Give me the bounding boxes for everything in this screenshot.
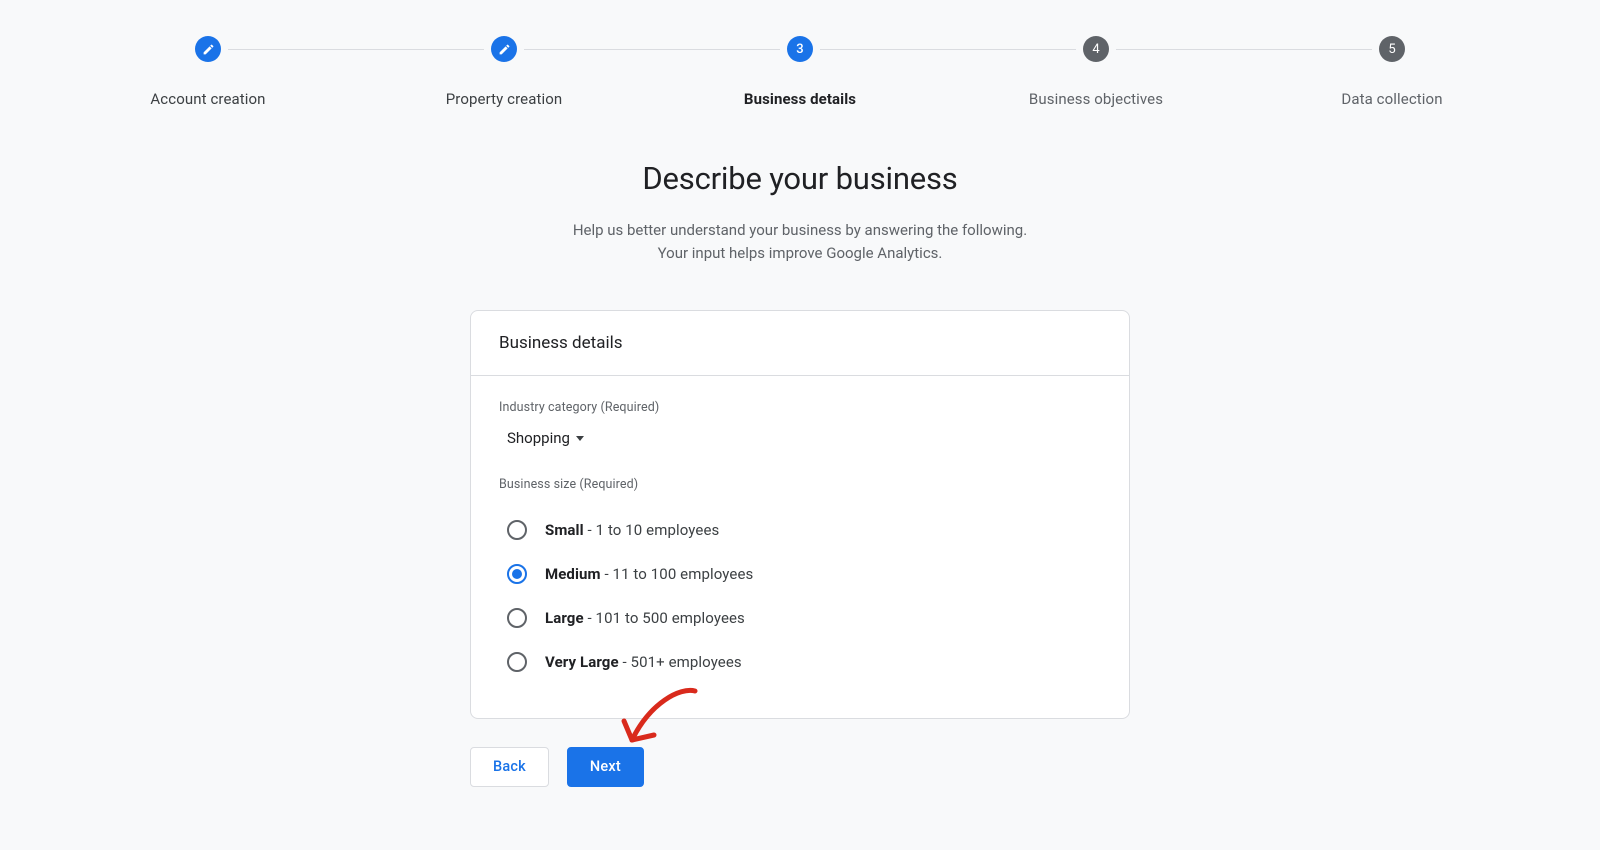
step-label: Property creation bbox=[446, 90, 563, 108]
page-subtitle: Help us better understand your business … bbox=[0, 219, 1600, 266]
radio-label: Very Large - 501+ employees bbox=[545, 653, 742, 671]
step-circle-5: 5 bbox=[1379, 36, 1405, 62]
step-account-creation[interactable]: Account creation bbox=[60, 36, 356, 108]
radio-label: Medium - 11 to 100 employees bbox=[545, 565, 753, 583]
step-label: Business details bbox=[744, 90, 856, 108]
step-label: Account creation bbox=[150, 90, 265, 108]
industry-category-value: Shopping bbox=[507, 429, 570, 447]
button-row: Back Next bbox=[470, 747, 1130, 787]
radio-small[interactable]: Small - 1 to 10 employees bbox=[507, 508, 1101, 552]
next-button[interactable]: Next bbox=[567, 747, 644, 787]
radio-icon bbox=[507, 564, 527, 584]
radio-medium[interactable]: Medium - 11 to 100 employees bbox=[507, 552, 1101, 596]
radio-large[interactable]: Large - 101 to 500 employees bbox=[507, 596, 1101, 640]
radio-label: Large - 101 to 500 employees bbox=[545, 609, 745, 627]
step-circle-1 bbox=[195, 36, 221, 62]
radio-icon bbox=[507, 608, 527, 628]
pencil-icon bbox=[202, 43, 215, 56]
step-data-collection: 5 Data collection bbox=[1244, 36, 1540, 108]
radio-icon bbox=[507, 520, 527, 540]
card-header: Business details bbox=[471, 311, 1129, 376]
step-circle-3: 3 bbox=[787, 36, 813, 62]
step-business-objectives: 4 Business objectives bbox=[948, 36, 1244, 108]
radio-label: Small - 1 to 10 employees bbox=[545, 521, 719, 539]
step-label: Business objectives bbox=[1029, 90, 1163, 108]
radio-very-large[interactable]: Very Large - 501+ employees bbox=[507, 640, 1101, 684]
business-size-radio-group: Small - 1 to 10 employees Medium - 11 to… bbox=[507, 508, 1101, 684]
page-title: Describe your business bbox=[0, 160, 1600, 197]
step-label: Data collection bbox=[1341, 90, 1442, 108]
business-size-label: Business size (Required) bbox=[499, 477, 1101, 492]
business-details-card: Business details Industry category (Requ… bbox=[470, 310, 1130, 719]
back-button[interactable]: Back bbox=[470, 747, 549, 787]
industry-category-select[interactable]: Shopping bbox=[507, 429, 584, 447]
main-content: Describe your business Help us better un… bbox=[0, 108, 1600, 787]
step-circle-4: 4 bbox=[1083, 36, 1109, 62]
step-business-details[interactable]: 3 Business details bbox=[652, 36, 948, 108]
stepper: Account creation Property creation 3 Bus… bbox=[0, 0, 1600, 108]
card-body: Industry category (Required) Shopping Bu… bbox=[471, 376, 1129, 718]
pencil-icon bbox=[498, 43, 511, 56]
step-circle-2 bbox=[491, 36, 517, 62]
chevron-down-icon bbox=[576, 436, 584, 441]
radio-icon bbox=[507, 652, 527, 672]
industry-category-label: Industry category (Required) bbox=[499, 400, 1101, 415]
step-property-creation[interactable]: Property creation bbox=[356, 36, 652, 108]
